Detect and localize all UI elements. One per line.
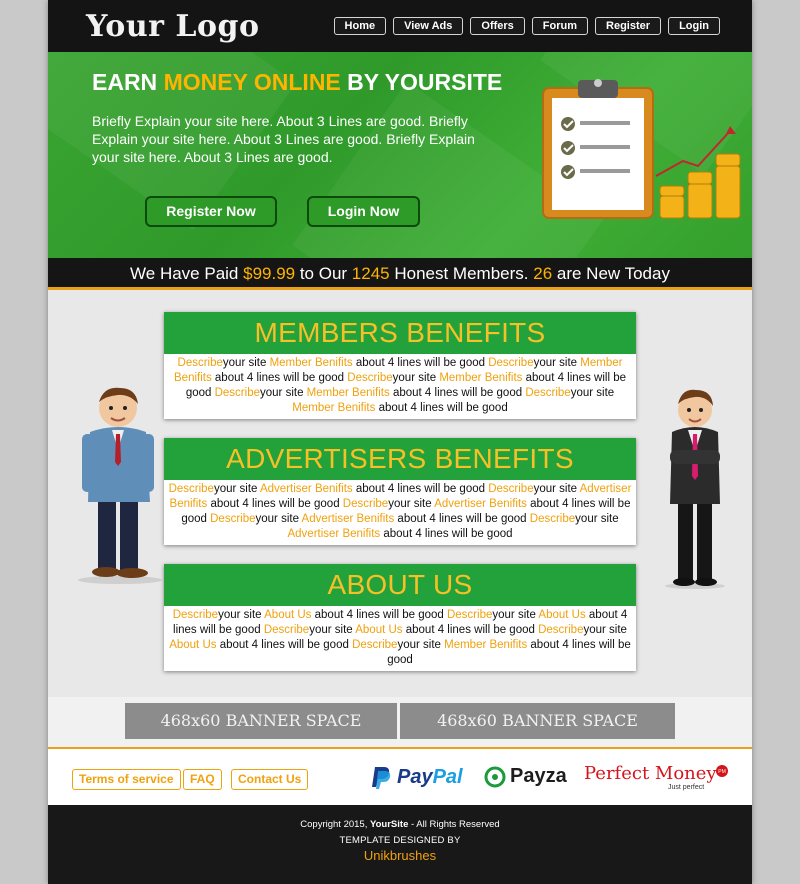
login-now-button[interactable]: Login Now: [307, 196, 420, 227]
check-icon: [561, 117, 575, 179]
perfect-money-logo: Perfect Money PM Just perfect: [584, 763, 728, 791]
advertisers-benefits-text: Describeyour site Advertiser Benifits ab…: [168, 483, 632, 540]
terms-of-service-link[interactable]: Terms of service: [72, 769, 181, 790]
banner-space-2[interactable]: 468x60 BANNER SPACE: [400, 703, 675, 739]
paid-stats-bar: We Have Paid $99.99 to Our 1245 Honest M…: [48, 258, 752, 290]
page: Your Logo Home View Ads Offers Forum Reg…: [48, 0, 752, 884]
businessman-left-illustration: [78, 387, 162, 584]
businessman-right-illustration: [665, 389, 725, 589]
register-now-button[interactable]: Register Now: [145, 196, 277, 227]
designed-by-label: TEMPLATE DESIGNED BY: [339, 835, 461, 846]
paypal-logo: PayPal: [371, 765, 463, 789]
nav-forum[interactable]: Forum: [531, 17, 589, 35]
about-us-title: ABOUT US: [164, 564, 636, 606]
hero-section: EARN MONEY ONLINE BY YOURSITE Briefly Ex…: [48, 52, 752, 258]
nav-login[interactable]: Login: [668, 17, 720, 35]
new-today-count: 26: [533, 264, 553, 283]
site-logo[interactable]: Your Logo: [86, 9, 259, 44]
nav-home[interactable]: Home: [333, 17, 387, 35]
header: Your Logo Home View Ads Offers Forum Reg…: [48, 0, 752, 52]
designer-link[interactable]: Unikbrushes: [48, 848, 752, 863]
banner-row: 468x60 BANNER SPACE 468x60 BANNER SPACE: [48, 697, 752, 747]
footer-links-row: Terms of service FAQ Contact Us PayPal P…: [48, 747, 752, 805]
main-nav: Home View Ads Offers Forum Register Logi…: [333, 17, 720, 35]
payza-logo: Payza: [484, 765, 567, 788]
advertisers-benefits-box: ADVERTISERS BENEFITS Describeyour site A…: [164, 438, 636, 545]
nav-view-ads[interactable]: View Ads: [393, 17, 464, 35]
paid-amount: $99.99: [243, 264, 296, 283]
members-benefits-text: Describeyour site Member Benifits about …: [174, 357, 626, 414]
footer: Copyright 2015, YourSite - All Rights Re…: [48, 805, 752, 884]
copyright-text: Copyright 2015, YourSite - All Rights Re…: [300, 819, 500, 830]
faq-link[interactable]: FAQ: [183, 769, 222, 790]
clipboard-coins-illustration: [542, 79, 741, 219]
hero-title-highlight: MONEY ONLINE: [163, 69, 341, 95]
banner-space-1[interactable]: 468x60 BANNER SPACE: [125, 703, 397, 739]
members-benefits-box: MEMBERS BENEFITS Describeyour site Membe…: [164, 312, 636, 419]
hero-title: EARN MONEY ONLINE BY YOURSITE: [92, 69, 503, 95]
contact-us-link[interactable]: Contact Us: [231, 769, 309, 790]
nav-offers[interactable]: Offers: [470, 17, 525, 35]
perfect-money-badge-icon: PM: [716, 765, 728, 777]
about-us-box: ABOUT US Describeyour site About Us abou…: [164, 564, 636, 671]
payza-icon: [484, 766, 506, 787]
member-count: 1245: [351, 264, 390, 283]
paypal-icon: [372, 767, 391, 789]
members-benefits-title: MEMBERS BENEFITS: [164, 312, 636, 354]
svg-text:PM: PM: [718, 769, 726, 775]
about-us-text: Describeyour site About Us about 4 lines…: [169, 609, 631, 666]
advertisers-benefits-title: ADVERTISERS BENEFITS: [164, 438, 636, 480]
hero-description: Briefly Explain your site here. About 3 …: [92, 113, 475, 165]
nav-register[interactable]: Register: [595, 17, 662, 35]
